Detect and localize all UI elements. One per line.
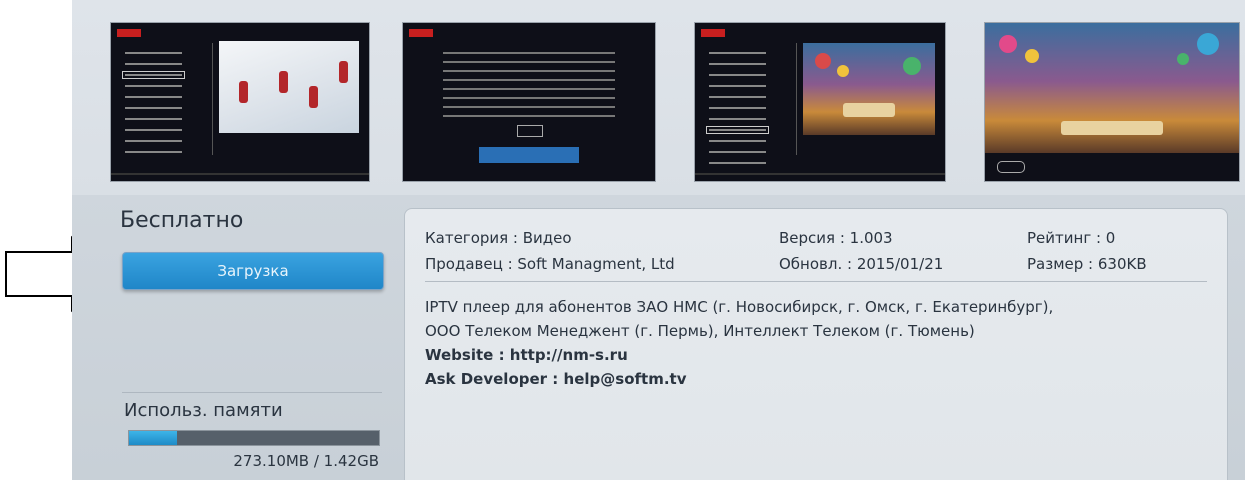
channel-menu (117, 43, 213, 155)
app-screenshot[interactable] (402, 22, 656, 182)
app-info-panel: Категория : Видео Продавец : Soft Managm… (404, 208, 1228, 480)
dialog-preview (423, 45, 635, 141)
rating-text: Рейтинг : 0 (1027, 229, 1116, 247)
category-text: Категория : Видео (425, 229, 572, 247)
channel-menu (701, 43, 797, 164)
app-logo (701, 29, 725, 37)
seller-text: Продавец : Soft Managment, Ltd (425, 255, 675, 273)
memory-usage-bar (128, 430, 380, 446)
price-label: Бесплатно (120, 208, 244, 233)
memory-usage-value: 273.10MB / 1.42GB (233, 452, 379, 470)
website-line: Website : http://nm-s.ru (425, 346, 628, 364)
app-screenshot[interactable] (984, 22, 1240, 182)
description-line: IPTV плеер для абонентов ЗАО НМС (г. Нов… (425, 298, 1054, 316)
banner-preview (479, 147, 579, 163)
version-text: Версия : 1.003 (779, 229, 893, 247)
video-preview (219, 41, 359, 133)
tv-screen: Бесплатно Загрузка Использ. памяти 273.1… (72, 0, 1245, 480)
size-text: Размер : 630KB (1027, 255, 1147, 273)
divider (425, 281, 1207, 282)
divider (122, 392, 382, 393)
video-preview (803, 43, 935, 135)
video-preview (985, 23, 1239, 153)
app-screenshot[interactable] (694, 22, 946, 182)
app-logo (117, 29, 141, 37)
download-button[interactable]: Загрузка (122, 252, 384, 290)
website-link[interactable]: http://nm-s.ru (510, 346, 628, 364)
memory-usage-label: Использ. памяти (124, 400, 283, 421)
updated-text: Обновл. : 2015/01/21 (779, 255, 944, 273)
memory-usage-fill (129, 431, 177, 445)
app-screenshot[interactable] (110, 22, 370, 182)
developer-email[interactable]: help@softm.tv (564, 370, 687, 388)
developer-key: Ask Developer (425, 370, 548, 388)
description-line: ООО Телеком Менеджент (г. Пермь), Интелл… (425, 322, 975, 340)
app-description: IPTV плеер для абонентов ЗАО НМС (г. Нов… (425, 295, 1215, 391)
screenshot-gallery (72, 0, 1245, 195)
developer-line: Ask Developer : help@softm.tv (425, 370, 687, 388)
app-logo (409, 29, 433, 37)
website-key: Website (425, 346, 494, 364)
